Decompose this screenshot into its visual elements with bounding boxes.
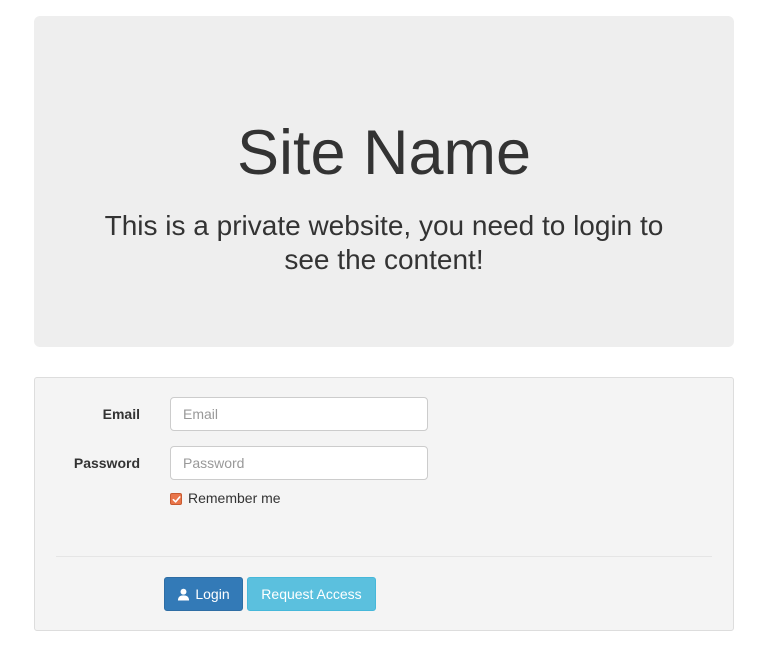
remember-me-label: Remember me	[188, 490, 281, 506]
login-form: Email Password Remember me Login Request…	[34, 377, 734, 631]
login-button[interactable]: Login	[164, 577, 243, 611]
jumbotron: Site Name This is a private website, you…	[34, 16, 734, 347]
check-icon	[172, 495, 181, 503]
login-button-label: Login	[195, 586, 230, 602]
user-icon	[177, 588, 190, 601]
site-lead-text: This is a private website, you need to l…	[104, 210, 664, 275]
password-label: Password	[73, 455, 140, 471]
request-access-button[interactable]: Request Access	[247, 577, 376, 611]
site-title: Site Name	[236, 118, 532, 188]
email-field[interactable]	[170, 397, 428, 431]
remember-me[interactable]: Remember me	[170, 488, 281, 508]
remember-me-checkbox[interactable]	[170, 493, 182, 505]
email-label: Email	[102, 406, 140, 422]
password-field[interactable]	[170, 446, 428, 480]
form-divider	[56, 556, 712, 557]
request-access-label: Request Access	[261, 586, 362, 602]
